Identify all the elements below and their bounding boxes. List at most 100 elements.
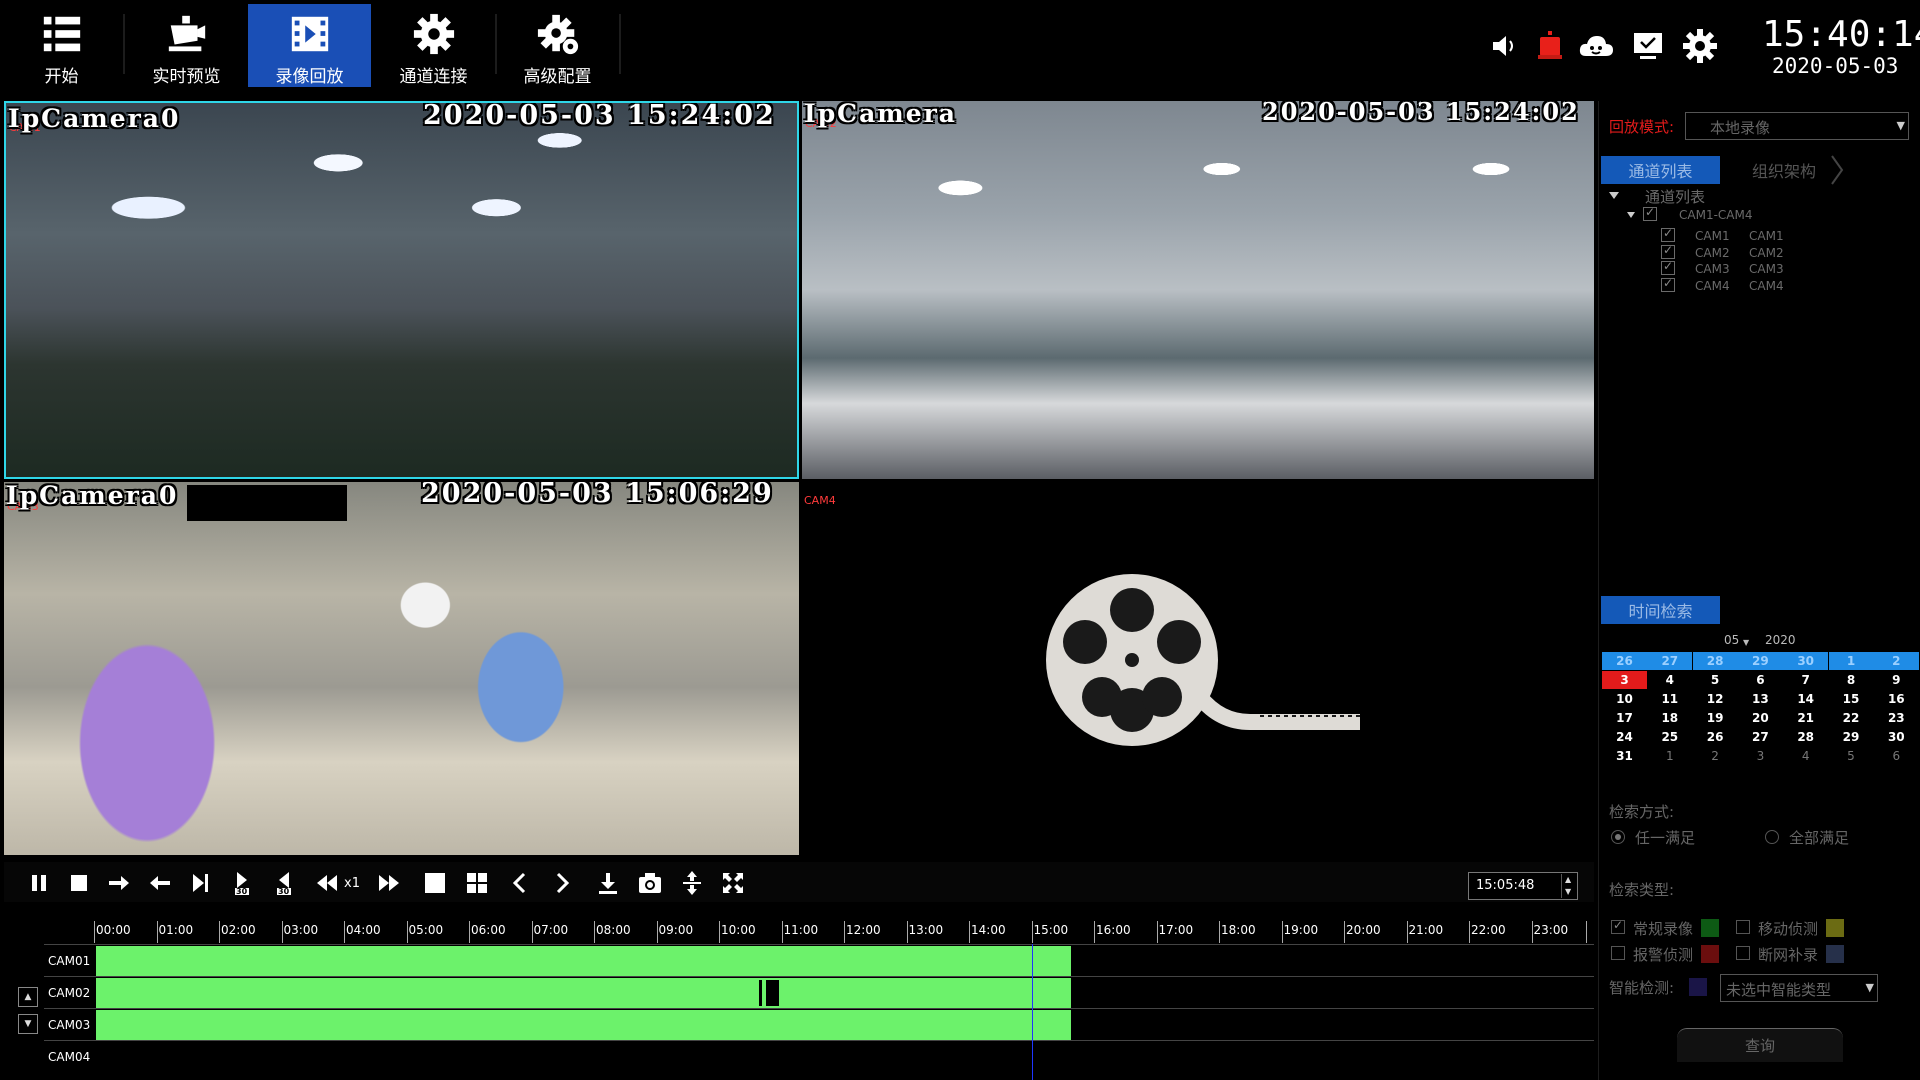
calendar-day[interactable]: 24 xyxy=(1602,728,1647,746)
pause-button[interactable] xyxy=(26,870,52,896)
calendar-day[interactable]: 25 xyxy=(1647,728,1692,746)
monitor-icon[interactable] xyxy=(1630,28,1666,64)
recording-timeline[interactable]: 00:00 01:00 02:00 03:00 04:00 05:00 06:00 07:00… xyxy=(4,904,1594,1080)
time-spinbox[interactable]: 15:05:48 ▲ ▼ xyxy=(1468,872,1578,900)
speaker-icon[interactable] xyxy=(1487,28,1523,64)
skip-back-30-button[interactable]: 30 xyxy=(271,870,297,896)
channel-checkbox[interactable] xyxy=(1661,276,1675,292)
video-tile-cam3[interactable]: CAM3 IpCamera0 2020-05-03 15:06:29 xyxy=(4,482,799,855)
channel-checkbox[interactable] xyxy=(1661,226,1675,242)
search-type-checkbox[interactable] xyxy=(1611,918,1625,934)
tree-expand-icon[interactable] xyxy=(1627,212,1635,218)
search-any-radio[interactable] xyxy=(1611,830,1625,844)
calendar-day[interactable]: 5 xyxy=(1693,671,1738,689)
slow-play-button[interactable] xyxy=(314,870,340,896)
tab-channel-list[interactable]: 通道列表 xyxy=(1601,156,1720,184)
calendar-day[interactable]: 20 xyxy=(1738,709,1783,727)
clip-button[interactable] xyxy=(679,870,705,896)
calendar-day[interactable]: 3 xyxy=(1602,671,1647,689)
query-button[interactable]: 查询 xyxy=(1677,1028,1843,1062)
calendar-day[interactable]: 1 xyxy=(1647,747,1692,765)
calendar-day[interactable]: 9 xyxy=(1874,671,1919,689)
play-backward-button[interactable] xyxy=(147,870,173,896)
smart-type-select[interactable]: 未选中智能类型 ▼ xyxy=(1720,974,1878,1002)
quad-view-button[interactable] xyxy=(464,870,490,896)
calendar-day[interactable]: 29 xyxy=(1737,652,1783,670)
timeline-row[interactable]: CAM04 xyxy=(44,1040,1594,1072)
nav-channel-connect-button[interactable]: 通道连接 xyxy=(372,4,495,87)
calendar-day[interactable]: 11 xyxy=(1647,690,1692,708)
video-tile-cam1[interactable]: CAM1 IpCamera0 2020-05-03 15:24:02 xyxy=(4,101,799,479)
playback-mode-select[interactable]: 本地录像 ▼ xyxy=(1685,112,1909,140)
calendar-day[interactable]: 10 xyxy=(1602,690,1647,708)
stop-button[interactable] xyxy=(66,870,92,896)
next-button[interactable] xyxy=(549,870,575,896)
download-button[interactable] xyxy=(595,870,621,896)
next-frame-button[interactable] xyxy=(187,870,213,896)
calendar-day[interactable]: 31 xyxy=(1602,747,1647,765)
calendar-day[interactable]: 5 xyxy=(1829,747,1874,765)
calendar-day[interactable]: 27 xyxy=(1647,652,1693,670)
calendar-day[interactable]: 22 xyxy=(1829,709,1874,727)
scroll-up-button[interactable]: ▲ xyxy=(18,987,38,1007)
calendar-day[interactable]: 26 xyxy=(1693,728,1738,746)
timeline-row[interactable]: CAM03 xyxy=(44,1008,1594,1040)
recording-segment[interactable] xyxy=(96,978,1071,1008)
nav-start-button[interactable]: 开始 xyxy=(0,4,123,87)
play-forward-button[interactable] xyxy=(106,870,132,896)
playback-cursor[interactable] xyxy=(1031,944,1033,1080)
calendar-day[interactable]: 27 xyxy=(1738,728,1783,746)
search-type-checkbox[interactable] xyxy=(1736,920,1750,934)
calendar-year[interactable]: 2020 xyxy=(1765,633,1796,647)
calendar-day[interactable]: 6 xyxy=(1738,671,1783,689)
calendar-day[interactable]: 4 xyxy=(1647,671,1692,689)
recording-segment[interactable] xyxy=(96,1010,1071,1040)
video-tile-cam2[interactable]: CAM2 IpCamera 2020-05-03 15:24:02 xyxy=(802,101,1594,479)
spin-down-icon[interactable]: ▼ xyxy=(1565,887,1571,896)
search-type-checkbox[interactable] xyxy=(1736,946,1750,960)
tree-group-checkbox[interactable] xyxy=(1643,205,1657,221)
time-spin-buttons[interactable]: ▲ ▼ xyxy=(1561,874,1575,898)
chevron-down-icon[interactable]: ▼ xyxy=(1743,638,1749,647)
calendar-day[interactable]: 19 xyxy=(1693,709,1738,727)
previous-button[interactable] xyxy=(507,870,533,896)
calendar-day[interactable]: 26 xyxy=(1602,652,1647,670)
search-all-radio[interactable] xyxy=(1765,830,1779,844)
record-alarm-icon[interactable] xyxy=(1532,28,1568,64)
calendar-day[interactable]: 28 xyxy=(1783,728,1828,746)
nav-live-preview-button[interactable]: 实时预览 xyxy=(125,4,248,87)
tree-expand-icon[interactable] xyxy=(1609,192,1619,199)
spin-up-icon[interactable]: ▲ xyxy=(1565,875,1571,884)
single-view-button[interactable] xyxy=(422,870,448,896)
channel-checkbox[interactable] xyxy=(1661,259,1675,275)
timeline-row[interactable]: CAM01 xyxy=(44,944,1594,976)
timeline-row[interactable]: CAM02 xyxy=(44,976,1594,1008)
skip-forward-30-button[interactable]: 30 xyxy=(229,870,255,896)
calendar-day[interactable]: 1 xyxy=(1828,652,1874,670)
calendar-day[interactable]: 4 xyxy=(1783,747,1828,765)
tab-org-structure[interactable]: 组织架构 xyxy=(1739,156,1829,184)
scroll-down-button[interactable]: ▼ xyxy=(18,1014,38,1034)
settings-icon[interactable] xyxy=(1682,28,1718,64)
channel-checkbox[interactable] xyxy=(1661,243,1675,259)
calendar-day[interactable]: 6 xyxy=(1874,747,1919,765)
recording-segment[interactable] xyxy=(96,946,1071,976)
calendar-day[interactable]: 30 xyxy=(1874,728,1919,746)
chevron-right-icon[interactable] xyxy=(1829,154,1845,186)
calendar-day[interactable]: 12 xyxy=(1693,690,1738,708)
calendar-day[interactable]: 23 xyxy=(1874,709,1919,727)
calendar-day[interactable]: 16 xyxy=(1874,690,1919,708)
nav-advanced-config-button[interactable]: 高级配置 xyxy=(496,4,619,87)
calendar-day[interactable]: 8 xyxy=(1829,671,1874,689)
search-type-checkbox[interactable] xyxy=(1611,946,1625,960)
calendar-day[interactable]: 15 xyxy=(1829,690,1874,708)
calendar-day[interactable]: 3 xyxy=(1738,747,1783,765)
calendar-day[interactable]: 18 xyxy=(1647,709,1692,727)
calendar-day[interactable]: 2 xyxy=(1873,652,1919,670)
calendar-day[interactable]: 2 xyxy=(1693,747,1738,765)
snapshot-button[interactable] xyxy=(637,870,663,896)
cloud-icon[interactable] xyxy=(1578,28,1614,64)
fullscreen-button[interactable] xyxy=(720,870,746,896)
calendar-day[interactable]: 29 xyxy=(1829,728,1874,746)
nav-playback-button[interactable]: 录像回放 xyxy=(248,4,371,87)
